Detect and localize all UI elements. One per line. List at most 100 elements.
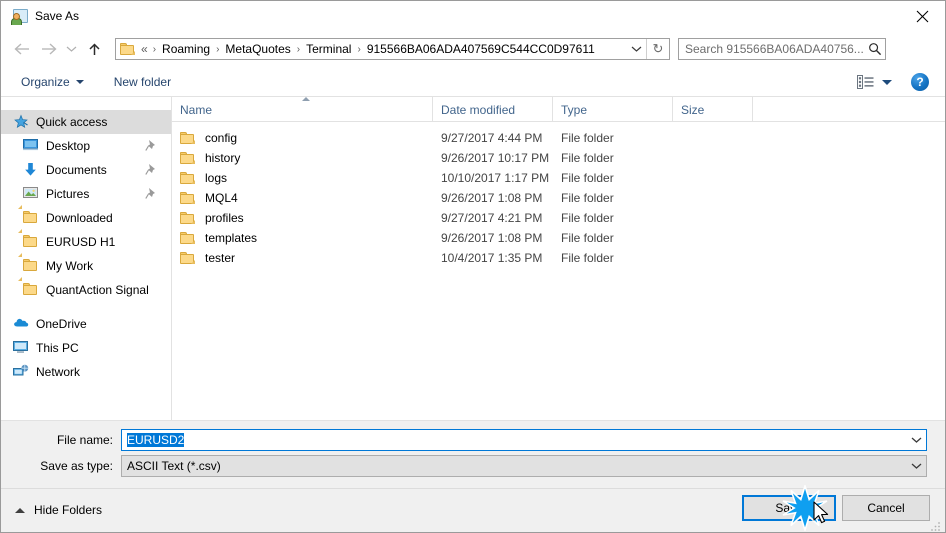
file-name-cell: profiles bbox=[172, 211, 433, 225]
column-header-type[interactable]: Type bbox=[553, 97, 673, 122]
save-as-type-value: ASCII Text (*.csv) bbox=[127, 459, 221, 473]
onedrive-cloud-icon bbox=[13, 316, 29, 332]
breadcrumb-separator: › bbox=[152, 43, 157, 55]
sidebar-item-quick-access[interactable]: Quick access bbox=[1, 110, 171, 134]
address-chevron-down-icon[interactable] bbox=[626, 39, 646, 59]
file-name-value-wrap: EURUSD2 bbox=[122, 433, 906, 447]
file-date: 9/27/2017 4:21 PM bbox=[441, 211, 543, 225]
sidebar-item-label: Quick access bbox=[36, 115, 108, 129]
chevron-down-icon[interactable] bbox=[906, 456, 926, 476]
save-as-type-select[interactable]: ASCII Text (*.csv) bbox=[121, 455, 927, 477]
column-header-date-modified[interactable]: Date modified bbox=[433, 97, 553, 122]
sidebar-item-label: QuantAction Signal bbox=[46, 283, 149, 297]
column-header-label: Date modified bbox=[441, 102, 516, 117]
sidebar-item-onedrive[interactable]: OneDrive bbox=[1, 312, 171, 336]
file-name: tester bbox=[205, 251, 236, 265]
folder-icon bbox=[180, 251, 196, 265]
pin-icon[interactable] bbox=[145, 187, 157, 201]
dialog-body: Quick access Desktop Documents Pictures … bbox=[1, 97, 945, 420]
file-name: history bbox=[205, 151, 241, 165]
cancel-button[interactable]: Cancel bbox=[842, 495, 930, 521]
file-list: config 9/27/2017 4:44 PM File folder his… bbox=[172, 122, 945, 268]
chevron-down-icon bbox=[75, 79, 84, 84]
recent-locations-chevron-down-icon[interactable] bbox=[61, 36, 81, 62]
save-button[interactable]: Save bbox=[742, 495, 836, 521]
up-arrow-icon[interactable] bbox=[81, 36, 107, 62]
folder-icon bbox=[180, 171, 196, 185]
sidebar-item-eurusd-h1[interactable]: EURUSD H1 bbox=[1, 229, 171, 254]
save-as-type-row: Save as type: ASCII Text (*.csv) bbox=[1, 455, 945, 477]
address-bar[interactable]: « › Roaming › MetaQuotes › Terminal › 91… bbox=[115, 38, 670, 60]
sidebar-item-pictures[interactable]: Pictures bbox=[1, 182, 171, 206]
pin-icon[interactable] bbox=[145, 163, 157, 177]
file-name-label: File name: bbox=[56, 433, 113, 447]
table-row[interactable]: tester 10/4/2017 1:35 PM File folder bbox=[172, 248, 945, 268]
help-button[interactable]: ? bbox=[911, 73, 929, 91]
documents-download-icon bbox=[23, 162, 39, 178]
file-name-cell: tester bbox=[172, 251, 433, 265]
sidebar-item-label: OneDrive bbox=[36, 317, 87, 331]
table-row[interactable]: MQL4 9/26/2017 1:08 PM File folder bbox=[172, 188, 945, 208]
breadcrumb-item-metaquotes[interactable]: MetaQuotes bbox=[222, 42, 293, 56]
breadcrumb-separator: › bbox=[216, 43, 220, 55]
hide-folders-label: Hide Folders bbox=[34, 503, 103, 517]
folder-icon bbox=[18, 229, 39, 250]
folder-icon bbox=[18, 205, 39, 226]
breadcrumb-item-terminal[interactable]: Terminal bbox=[303, 42, 354, 56]
pin-icon[interactable] bbox=[145, 139, 157, 153]
file-name: MQL4 bbox=[205, 191, 238, 205]
table-row[interactable]: history 9/26/2017 10:17 PM File folder bbox=[172, 148, 945, 168]
sidebar-item-my-work[interactable]: My Work bbox=[1, 253, 171, 278]
column-header-name[interactable]: Name bbox=[172, 97, 433, 122]
navigation-pane: Quick access Desktop Documents Pictures … bbox=[1, 97, 172, 420]
file-list-pane: Name Date modified Type Size config 9/27… bbox=[172, 97, 945, 420]
breadcrumb: « › Roaming › MetaQuotes › Terminal › 91… bbox=[139, 42, 626, 56]
sidebar-item-label: Pictures bbox=[46, 187, 90, 201]
back-arrow-icon[interactable] bbox=[9, 36, 35, 62]
file-date: 10/10/2017 1:17 PM bbox=[441, 171, 550, 185]
sidebar-item-downloaded[interactable]: Downloaded bbox=[1, 205, 171, 230]
change-view-button[interactable] bbox=[854, 71, 895, 93]
table-row[interactable]: logs 10/10/2017 1:17 PM File folder bbox=[172, 168, 945, 188]
sidebar-item-desktop[interactable]: Desktop bbox=[1, 134, 171, 158]
column-header-size[interactable]: Size bbox=[673, 97, 753, 122]
file-date: 10/4/2017 1:35 PM bbox=[441, 251, 543, 265]
file-name-cell: logs bbox=[172, 171, 433, 185]
close-icon[interactable] bbox=[899, 1, 945, 31]
table-row[interactable]: templates 9/26/2017 1:08 PM File folder bbox=[172, 228, 945, 248]
refresh-icon[interactable]: ↻ bbox=[646, 39, 669, 59]
new-folder-label: New folder bbox=[113, 74, 172, 89]
file-type: File folder bbox=[561, 131, 614, 145]
chevron-up-icon bbox=[15, 507, 25, 513]
file-name-input[interactable]: EURUSD2 bbox=[121, 429, 927, 451]
sidebar-item-this-pc[interactable]: This PC bbox=[1, 336, 171, 360]
sidebar-item-label: My Work bbox=[46, 259, 94, 273]
search-input[interactable]: Search 915566BA06ADA40756... bbox=[678, 38, 886, 60]
resize-grip[interactable] bbox=[930, 520, 941, 531]
cancel-label: Cancel bbox=[867, 501, 905, 515]
table-row[interactable]: profiles 9/27/2017 4:21 PM File folder bbox=[172, 208, 945, 228]
chevron-down-icon[interactable] bbox=[906, 430, 926, 450]
file-name-cell: templates bbox=[172, 231, 433, 245]
search-icon[interactable] bbox=[865, 39, 885, 59]
command-bar-right: ? bbox=[854, 67, 945, 97]
sidebar-item-label: Downloaded bbox=[46, 211, 113, 225]
file-type: File folder bbox=[561, 211, 614, 225]
forward-arrow-icon[interactable] bbox=[35, 36, 61, 62]
breadcrumb-item-roaming[interactable]: Roaming bbox=[159, 42, 213, 56]
breadcrumb-overflow[interactable]: « bbox=[139, 42, 150, 56]
file-name-cell: MQL4 bbox=[172, 191, 433, 205]
search-placeholder: Search 915566BA06ADA40756... bbox=[685, 42, 864, 56]
breadcrumb-item-terminal-id[interactable]: 915566BA06ADA407569C544CC0D97611 bbox=[364, 42, 598, 56]
sidebar-item-documents[interactable]: Documents bbox=[1, 158, 171, 182]
save-as-icon bbox=[11, 8, 28, 25]
table-row[interactable]: config 9/27/2017 4:44 PM File folder bbox=[172, 128, 945, 148]
sidebar-item-quantaction-signal[interactable]: QuantAction Signal bbox=[1, 277, 171, 302]
organize-button[interactable]: Organize bbox=[15, 71, 90, 93]
new-folder-button[interactable]: New folder bbox=[108, 71, 177, 93]
sidebar-item-network[interactable]: Network bbox=[1, 360, 171, 384]
window-title: Save As bbox=[35, 9, 80, 23]
file-name-value: EURUSD2 bbox=[127, 433, 185, 447]
sidebar-item-label: Desktop bbox=[46, 139, 91, 153]
hide-folders-button[interactable]: Hide Folders bbox=[15, 503, 102, 517]
